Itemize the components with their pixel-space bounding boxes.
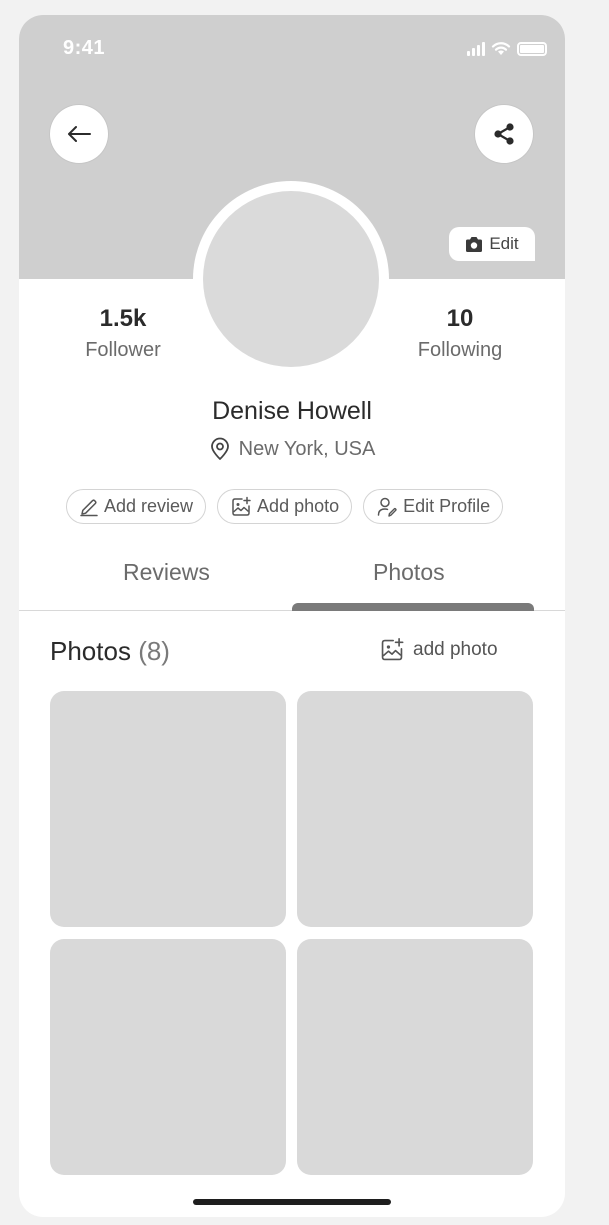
edit-cover-label: Edit <box>489 234 519 253</box>
following-label: Following <box>417 339 503 361</box>
edit-cover-button[interactable]: Edit <box>449 227 535 261</box>
followers-count: 1.5k <box>99 305 147 332</box>
signal-icon <box>467 42 485 56</box>
home-indicator <box>193 1199 391 1205</box>
photo-thumbnail[interactable] <box>50 691 286 927</box>
followers-stat[interactable]: 1.5k Follower <box>43 305 203 362</box>
profile-location: New York, USA <box>19 437 565 461</box>
photo-grid <box>50 691 534 1175</box>
active-tab-indicator <box>292 603 534 611</box>
avatar[interactable] <box>203 191 379 367</box>
photo-thumbnail[interactable] <box>50 939 286 1175</box>
add-review-label: Add review <box>104 496 194 516</box>
profile-name: Denise Howell <box>212 397 372 425</box>
battery-icon <box>517 42 547 56</box>
share-icon <box>494 123 514 145</box>
tab-photos[interactable]: Photos <box>373 559 445 586</box>
share-button[interactable] <box>475 105 533 163</box>
camera-icon <box>466 236 483 252</box>
add-photo-button[interactable]: Add photo <box>217 489 353 524</box>
photos-count: (8) <box>138 636 170 666</box>
add-photo-link[interactable]: add photo <box>379 637 498 663</box>
back-button[interactable] <box>50 105 108 163</box>
photo-thumbnail[interactable] <box>297 691 533 927</box>
pencil-icon <box>80 498 98 516</box>
following-stat[interactable]: 10 Following <box>380 305 540 362</box>
arrow-left-icon <box>68 126 91 142</box>
edit-profile-label: Edit Profile <box>403 496 491 516</box>
profile-actions: Add review Add photo Edit Profile <box>66 489 504 524</box>
status-time: 9:41 <box>63 37 106 59</box>
add-photo-label: Add photo <box>257 496 340 516</box>
following-count: 10 <box>446 305 474 332</box>
photos-section-title: Photos (8) <box>50 636 170 667</box>
add-review-button[interactable]: Add review <box>66 489 207 524</box>
add-photo-link-label: add photo <box>413 639 498 660</box>
edit-profile-button[interactable]: Edit Profile <box>363 489 504 524</box>
location-pin-icon <box>210 437 229 460</box>
user-edit-icon <box>377 497 397 517</box>
photos-title: Photos <box>50 636 131 666</box>
status-icons <box>467 41 547 56</box>
phone-screen: 9:41 Edit 1.5k Follower 10 Following Den… <box>19 15 565 1217</box>
image-add-icon <box>232 496 251 516</box>
profile-tabs: Reviews Photos <box>19 553 565 611</box>
location-text: New York, USA <box>238 437 376 460</box>
followers-label: Follower <box>85 339 161 361</box>
photo-thumbnail[interactable] <box>297 939 533 1175</box>
tab-reviews[interactable]: Reviews <box>123 559 210 586</box>
image-add-icon <box>381 637 404 661</box>
wifi-icon <box>491 42 511 55</box>
